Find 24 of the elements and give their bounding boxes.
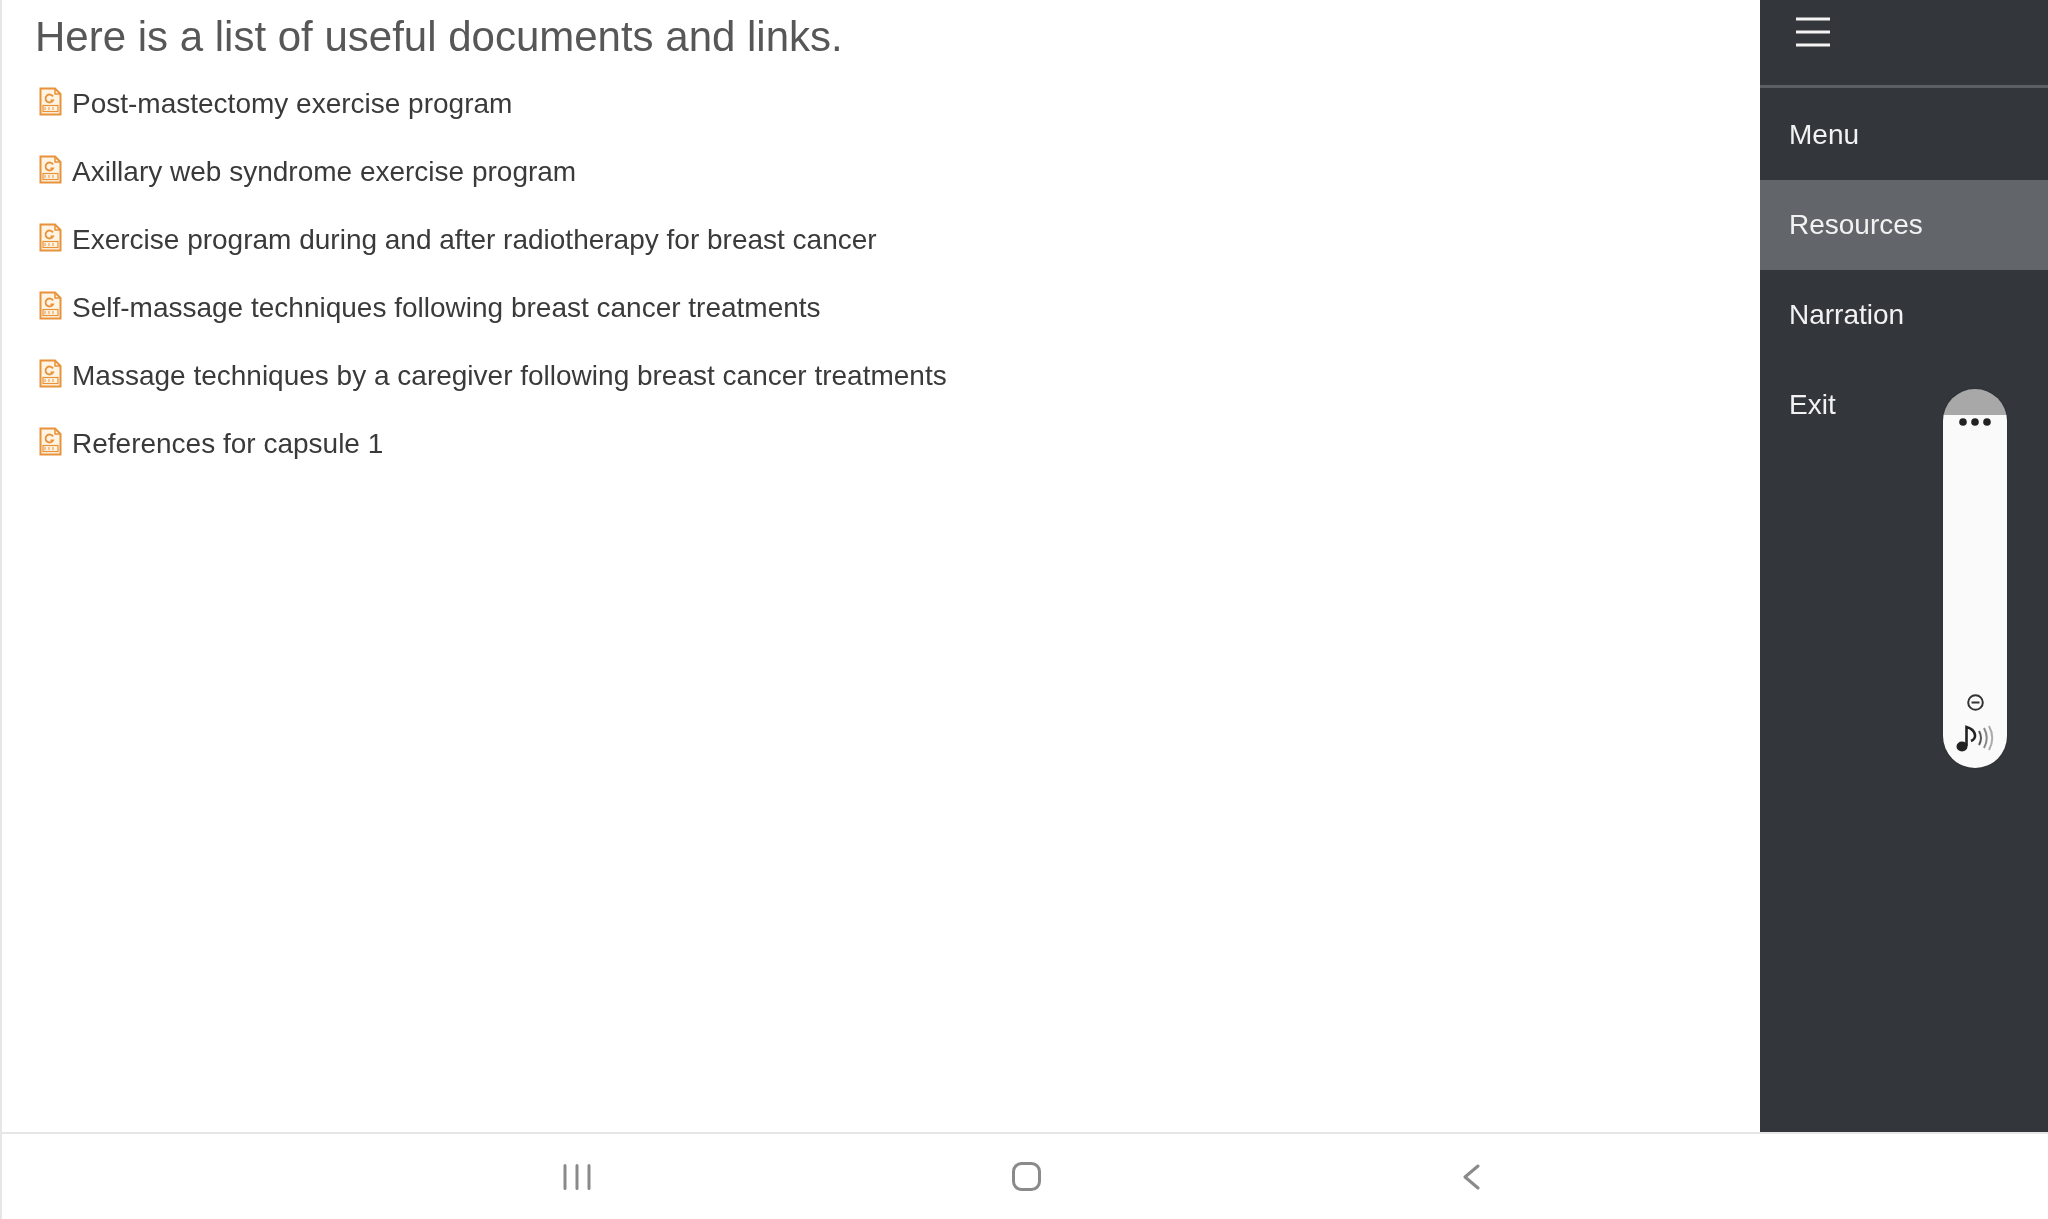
document-icon xyxy=(39,154,62,184)
document-link[interactable]: Axillary web syndrome exercise program xyxy=(72,156,577,188)
document-icon xyxy=(39,426,62,456)
document-link[interactable]: Massage techniques by a caregiver following breast cancer treatments xyxy=(72,360,947,392)
sidebar-item[interactable]: Narration xyxy=(1760,270,2048,360)
sidebar-item[interactable]: Resources xyxy=(1760,180,2048,270)
sidebar-item[interactable]: Exit xyxy=(1760,360,2048,450)
menu-button[interactable] xyxy=(1796,17,1830,47)
page-heading: Here is a list of useful documents and links. xyxy=(35,12,843,62)
more-icon[interactable] xyxy=(1959,418,1991,426)
document-link[interactable]: Self-massage techniques following breast cancer treatments xyxy=(72,292,821,324)
music-sound-icon[interactable] xyxy=(1956,725,1994,752)
sidebar-item[interactable]: Menu xyxy=(1760,90,2048,180)
back-icon[interactable] xyxy=(1462,1163,1480,1190)
document-icon xyxy=(39,86,62,116)
document-link[interactable]: Exercise program during and after radiotherapy for breast cancer xyxy=(72,224,877,256)
document-icon xyxy=(39,358,62,388)
document-icon xyxy=(39,222,62,252)
recent-apps-icon[interactable] xyxy=(563,1163,591,1190)
document-link[interactable]: Post-mastectomy exercise program xyxy=(72,88,513,120)
home-icon[interactable] xyxy=(1012,1162,1041,1191)
document-link[interactable]: References for capsule 1 xyxy=(72,428,384,460)
minus-circle-icon[interactable] xyxy=(1966,694,1984,711)
document-icon xyxy=(39,290,62,320)
